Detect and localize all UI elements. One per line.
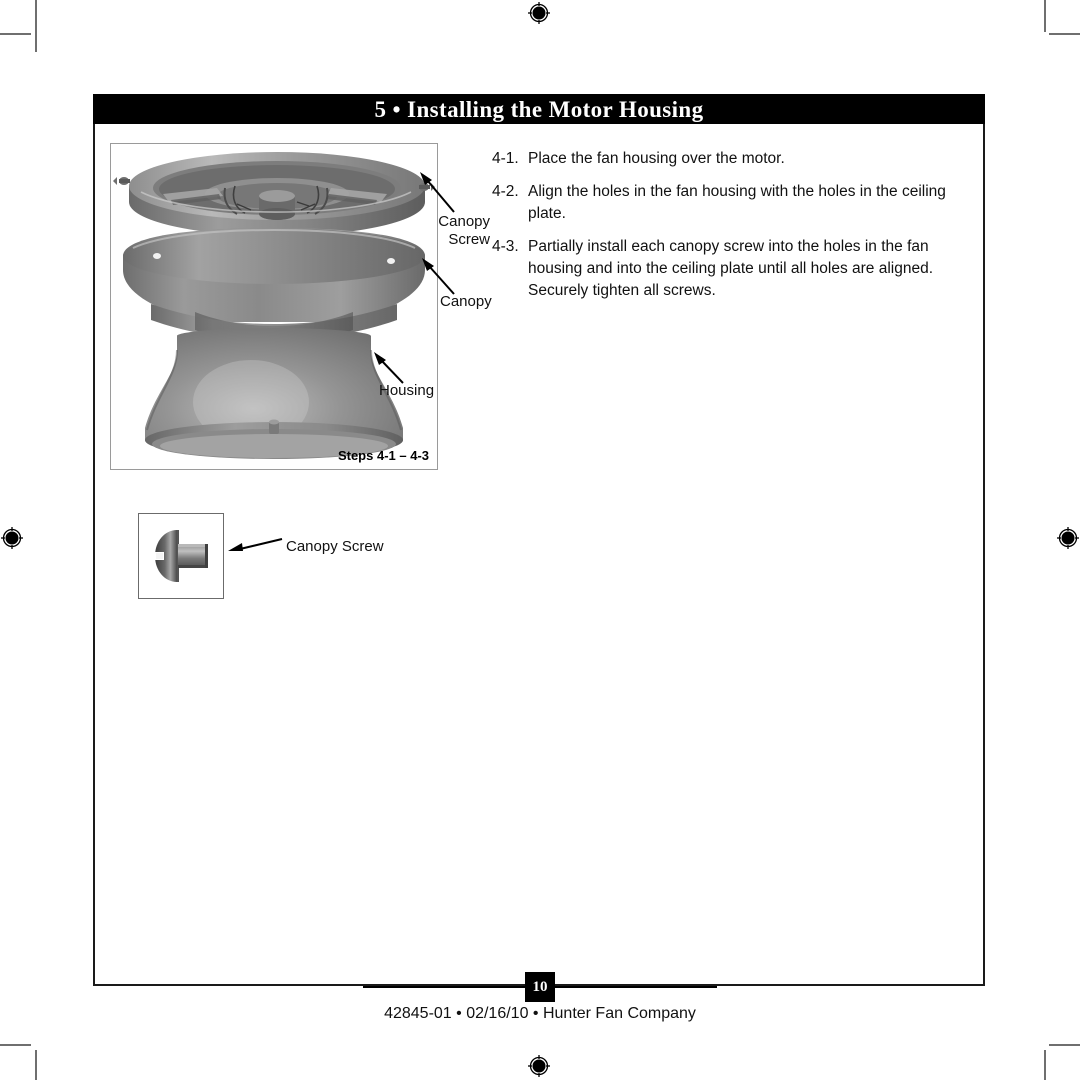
- instruction-item: 4-2. Align the holes in the fan housing …: [492, 181, 978, 225]
- instruction-list: 4-1. Place the fan housing over the moto…: [492, 148, 978, 313]
- crop-mark-bottom-right-horizontal: [1049, 1044, 1080, 1046]
- page-number-badge: 10: [525, 972, 555, 1002]
- housing-part: [145, 328, 403, 459]
- instruction-number: 4-1.: [492, 150, 519, 167]
- page-number: 10: [532, 978, 548, 995]
- registration-mark-left: [1, 527, 23, 549]
- instruction-text: Place the fan housing over the motor.: [528, 150, 785, 167]
- page-title: 5 • Installing the Motor Housing: [374, 96, 704, 122]
- canopy-screw-detail-box: [138, 513, 224, 599]
- registration-mark-top: [528, 2, 550, 24]
- footer-imprint: 42845-01 • 02/16/10 • Hunter Fan Company: [384, 1005, 696, 1022]
- callout-canopy-screw-line1: Canopy: [438, 213, 490, 230]
- instruction-number: 4-2.: [492, 183, 519, 200]
- instruction-text: Partially install each canopy screw into…: [528, 238, 934, 299]
- crop-mark-top-left-horizontal: [0, 33, 31, 35]
- callout-label-housing: Housing: [379, 382, 434, 400]
- crop-mark-bottom-left-vertical: [35, 1050, 37, 1080]
- footer-text: 42845-01 • 02/16/10 • Hunter Fan Company: [0, 1005, 1080, 1023]
- registration-mark-bottom: [528, 1055, 550, 1077]
- instruction-text: Align the holes in the fan housing with …: [528, 183, 946, 222]
- instruction-item: 4-3. Partially install each canopy screw…: [492, 236, 978, 302]
- canopy-part: [123, 228, 425, 344]
- crop-mark-top-left-vertical: [35, 0, 37, 52]
- canopy-screw-indicator-left: [113, 177, 130, 185]
- callout-housing-text: Housing: [379, 382, 435, 399]
- motor-housing-illustration: Steps 4-1 – 4-3: [110, 143, 438, 470]
- registration-mark-right: [1057, 527, 1079, 549]
- callout-canopy-text: Canopy: [440, 293, 492, 310]
- callout-label-canopy: Canopy: [440, 293, 492, 311]
- crop-mark-top-right-horizontal: [1049, 33, 1080, 35]
- part-label-canopy-screw: Canopy Screw: [286, 538, 384, 555]
- canopy-screw-text: Canopy Screw: [286, 538, 384, 555]
- crop-mark-top-right-vertical: [1044, 0, 1046, 32]
- canopy-screw-indicator-right: [419, 183, 435, 191]
- instruction-item: 4-1. Place the fan housing over the moto…: [492, 148, 978, 170]
- ceiling-plate-group: [129, 152, 425, 236]
- section-header-bar: 5 • Installing the Motor Housing: [93, 94, 985, 124]
- crop-mark-bottom-right-vertical: [1044, 1050, 1046, 1080]
- crop-mark-bottom-left-horizontal: [0, 1044, 31, 1046]
- callout-label-canopy-screw: Canopy Screw: [404, 213, 490, 248]
- illustration-caption: Steps 4-1 – 4-3: [337, 448, 429, 463]
- callout-canopy-screw-line2: Screw: [448, 230, 490, 248]
- instruction-number: 4-3.: [492, 238, 519, 255]
